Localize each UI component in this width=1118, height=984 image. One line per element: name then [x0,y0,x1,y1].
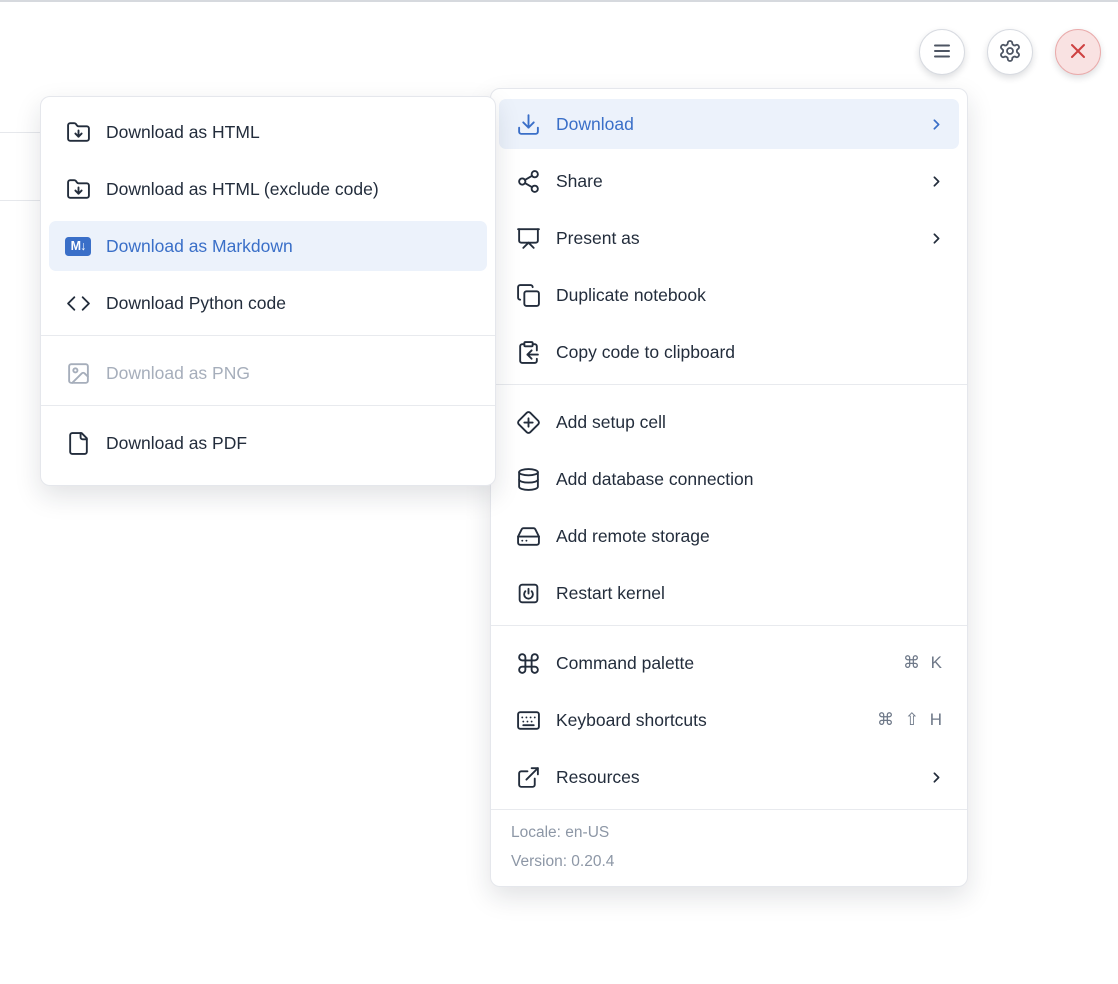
chevron-right-icon [928,769,945,786]
shortcut-hint: ⌘ K [903,653,945,673]
menu-item-download-as-html[interactable]: Download as HTML [49,107,487,157]
menu-item-label: Download as HTML (exclude code) [106,179,379,200]
copy-icon [515,282,541,308]
menu-item-label: Command palette [556,653,694,674]
file-icon [65,430,91,456]
hamburger-icon [930,39,954,66]
presentation-icon [515,225,541,251]
menu-item-label: Present as [556,228,640,249]
chevron-right-icon [928,173,945,190]
chevron-right-icon [928,230,945,247]
database-icon [515,466,541,492]
menu-footer: Locale: en-US Version: 0.20.4 [491,809,967,886]
menu-item-add-setup-cell[interactable]: Add setup cell [499,397,959,447]
menu-item-label: Duplicate notebook [556,285,706,306]
download-icon [515,111,541,137]
menu-item-label: Copy code to clipboard [556,342,735,363]
menu-item-label: Add database connection [556,469,754,490]
menu-item-download-as-png: Download as PNG [49,348,487,398]
menu-item-resources[interactable]: Resources [499,752,959,802]
menu-item-label: Download as PDF [106,433,247,454]
external-link-icon [515,764,541,790]
shortcut-hint: ⌘ ⇧ H [877,710,945,730]
menu-item-label: Download as PNG [106,363,250,384]
menu-item-add-remote-storage[interactable]: Add remote storage [499,511,959,561]
download-submenu-panel: Download as HTML Download as HTML (exclu… [40,96,496,486]
folder-down-icon [65,119,91,145]
locale-text: Locale: en-US [511,824,947,842]
menu-item-label: Share [556,171,603,192]
window-controls [919,29,1101,75]
folder-down-icon [65,176,91,202]
hard-drive-icon [515,523,541,549]
toolbar-edge-line [0,0,1118,2]
menu-item-share[interactable]: Share [499,156,959,206]
background-cell-border-bottom [0,200,41,201]
menu-item-label: Download as Markdown [106,236,293,257]
image-icon [65,360,91,386]
close-icon [1066,39,1090,66]
version-text: Version: 0.20.4 [511,853,947,871]
menu-item-download-as-html-exclude-code[interactable]: Download as HTML (exclude code) [49,164,487,214]
power-icon [515,580,541,606]
settings-button[interactable] [987,29,1033,75]
menu-item-add-database-connection[interactable]: Add database connection [499,454,959,504]
menu-item-present-as[interactable]: Present as [499,213,959,263]
menu-item-keyboard-shortcuts[interactable]: Keyboard shortcuts ⌘ ⇧ H [499,695,959,745]
menu-divider [41,335,495,336]
menu-item-label: Add remote storage [556,526,710,547]
background-cell-border-top [0,132,41,133]
chevron-right-icon [928,116,945,133]
menu-item-restart-kernel[interactable]: Restart kernel [499,568,959,618]
menu-item-label: Download Python code [106,293,286,314]
code-icon [65,290,91,316]
gear-icon [998,39,1022,66]
menu-item-duplicate-notebook[interactable]: Duplicate notebook [499,270,959,320]
menu-divider [491,625,967,626]
menu-item-command-palette[interactable]: Command palette ⌘ K [499,638,959,688]
menu-item-label: Add setup cell [556,412,666,433]
command-icon [515,650,541,676]
share-icon [515,168,541,194]
menu-divider [41,405,495,406]
notebook-actions-menu-panel: Download Share Present as Duplicate note… [490,88,968,887]
menu-item-label: Download as HTML [106,122,260,143]
shutdown-button[interactable] [1055,29,1101,75]
clipboard-copy-icon [515,339,541,365]
menu-item-label: Download [556,114,634,135]
menu-item-label: Keyboard shortcuts [556,710,707,731]
menu-item-download-as-markdown[interactable]: M↓ Download as Markdown [49,221,487,271]
menu-item-label: Resources [556,767,640,788]
markdown-icon: M↓ [65,233,91,259]
menu-item-label: Restart kernel [556,583,665,604]
notebook-menu-button[interactable] [919,29,965,75]
menu-item-download-python-code[interactable]: Download Python code [49,278,487,328]
menu-item-download[interactable]: Download [499,99,959,149]
menu-item-copy-code-to-clipboard[interactable]: Copy code to clipboard [499,327,959,377]
diamond-plus-icon [515,409,541,435]
menu-item-download-as-pdf[interactable]: Download as PDF [49,418,487,468]
keyboard-icon [515,707,541,733]
menu-divider [491,384,967,385]
